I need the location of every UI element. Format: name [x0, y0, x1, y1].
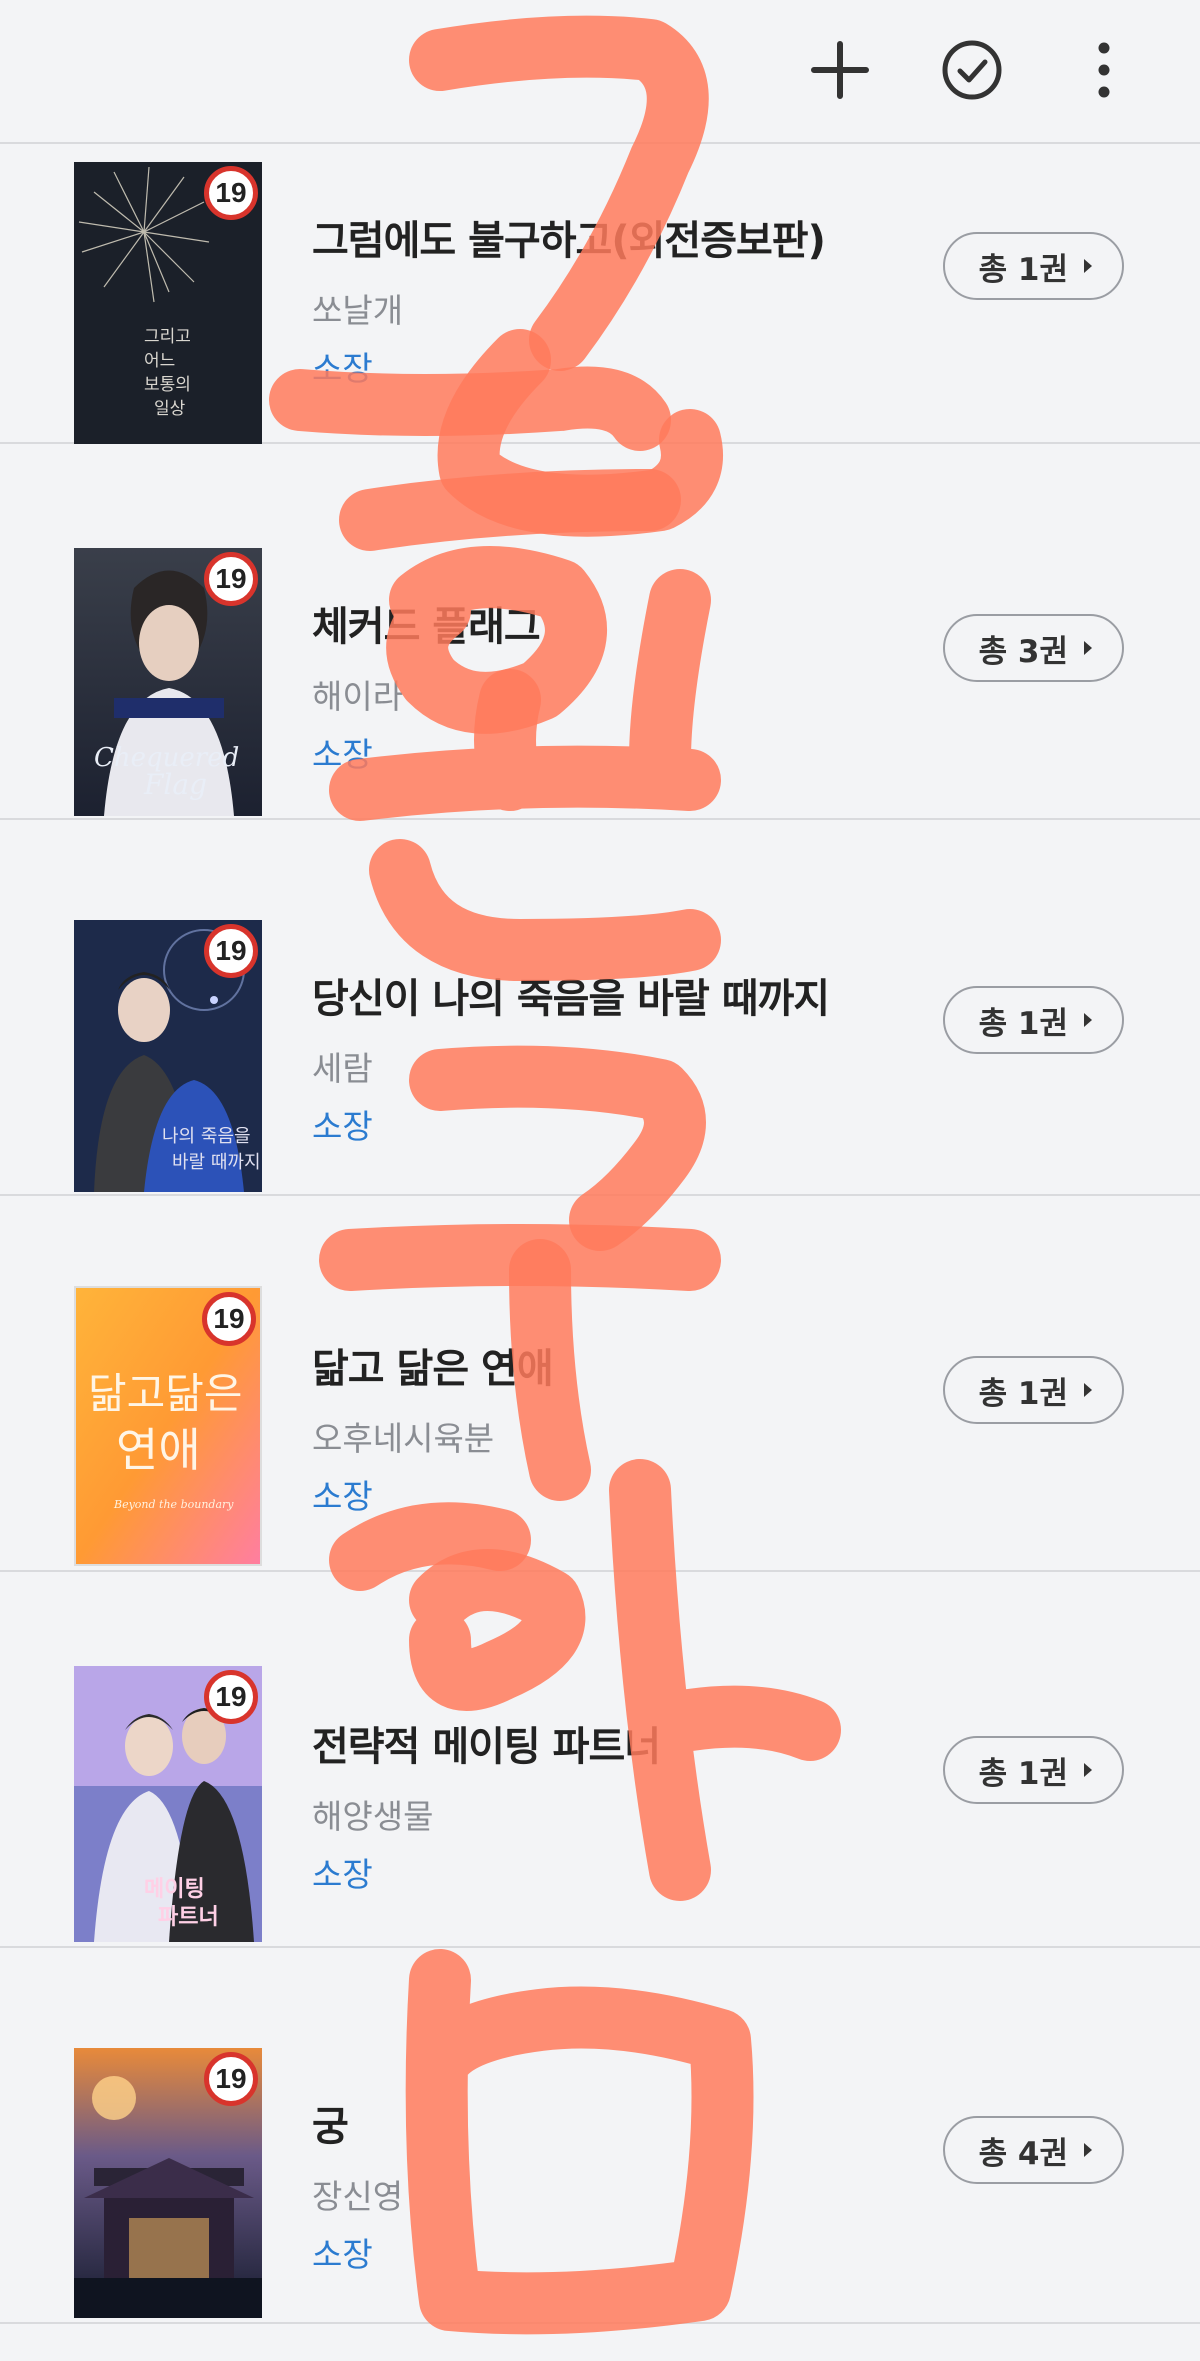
book-title: 궁 [312, 2104, 349, 2150]
svg-text:보통의: 보통의 [144, 375, 191, 395]
svg-text:메이팅: 메이팅 [144, 1877, 205, 1902]
svg-text:어느: 어느 [144, 351, 175, 371]
volume-count-label: 총 1권 [978, 1005, 1068, 1042]
volume-count-button[interactable]: 총 1권 [942, 986, 1124, 1054]
chevron-right-icon [1084, 259, 1092, 273]
svg-text:그리고: 그리고 [144, 327, 191, 347]
chevron-right-icon [1084, 1383, 1092, 1397]
book-row[interactable]: 그리고 어느 보통의 일상 19 그럼에도 불구하고(외전증보판) 쏘날개 소장… [0, 68, 1200, 444]
book-title: 당신이 나의 죽음을 바랄 때까지 [312, 976, 830, 1022]
volume-count-label: 총 1권 [978, 1755, 1068, 1792]
book-cover[interactable]: 닮고닮은 연애 Beyond the boundary 19 [74, 1286, 262, 1566]
book-cover[interactable]: 그리고 어느 보통의 일상 19 [74, 162, 262, 444]
chevron-right-icon [1084, 641, 1092, 655]
chevron-right-icon [1084, 1013, 1092, 1027]
svg-text:연애: 연애 [116, 1423, 201, 1477]
book-cover[interactable]: Chequered Flag 19 [74, 548, 262, 816]
age-rating-badge: 19 [204, 1670, 258, 1724]
svg-text:일상: 일상 [154, 399, 186, 419]
svg-text:Beyond the boundary: Beyond the boundary [113, 1498, 234, 1511]
book-cover[interactable]: 메이팅 파트너 19 [74, 1666, 262, 1942]
svg-text:나의 죽음을: 나의 죽음을 [162, 1126, 251, 1147]
book-author: 쏘날개 [312, 291, 404, 330]
volume-count-button[interactable]: 총 1권 [942, 1736, 1124, 1804]
chevron-right-icon [1084, 2143, 1092, 2157]
book-title: 그럼에도 불구하고(외전증보판) [312, 218, 826, 264]
book-author: 장신영 [312, 2177, 404, 2216]
volume-count-label: 총 4권 [978, 2135, 1068, 2172]
book-author: 세람 [312, 1049, 373, 1088]
ownership-status: 소장 [312, 1107, 373, 1146]
book-row[interactable]: 19 궁 장신영 소장 총 4권 [0, 1948, 1200, 2324]
volume-count-button[interactable]: 총 4권 [942, 2116, 1124, 2184]
book-author: 해양생물 [312, 1797, 434, 1836]
book-row[interactable]: 메이팅 파트너 19 전략적 메이팅 파트너 해양생물 소장 총 1권 [0, 1572, 1200, 1948]
age-rating-badge: 19 [202, 1292, 256, 1346]
book-author: 오후네시육분 [312, 1419, 495, 1458]
ownership-status: 소장 [312, 1477, 373, 1516]
book-cover[interactable]: 나의 죽음을 바랄 때까지 19 [74, 920, 262, 1192]
svg-text:Flag: Flag [143, 768, 207, 801]
book-title: 닮고 닮은 연애 [312, 1346, 554, 1392]
volume-count-label: 총 3권 [978, 633, 1068, 670]
book-author: 해이라 [312, 677, 404, 716]
book-row[interactable]: 나의 죽음을 바랄 때까지 19 당신이 나의 죽음을 바랄 때까지 세람 소장… [0, 820, 1200, 1196]
age-rating-badge: 19 [204, 166, 258, 220]
chevron-right-icon [1084, 1763, 1092, 1777]
book-cover[interactable]: 19 [74, 2048, 262, 2318]
book-title: 체커드 플래그 [312, 604, 541, 650]
age-rating-badge: 19 [204, 552, 258, 606]
volume-count-button[interactable]: 총 3권 [942, 614, 1124, 682]
svg-text:닮고닮은: 닮고닮은 [88, 1369, 243, 1418]
volume-count-button[interactable]: 총 1권 [942, 232, 1124, 300]
book-title: 전략적 메이팅 파트너 [312, 1724, 661, 1770]
age-rating-badge: 19 [204, 924, 258, 978]
svg-text:바랄 때까지: 바랄 때까지 [172, 1152, 261, 1173]
volume-count-label: 총 1권 [978, 251, 1068, 288]
svg-text:파트너: 파트너 [158, 1905, 219, 1930]
volume-count-button[interactable]: 총 1권 [942, 1356, 1124, 1424]
ownership-status: 소장 [312, 2235, 373, 2274]
volume-count-label: 총 1권 [978, 1375, 1068, 1412]
ownership-status: 소장 [312, 349, 373, 388]
book-row[interactable]: 닮고닮은 연애 Beyond the boundary 19 닮고 닮은 연애 … [0, 1196, 1200, 1572]
age-rating-badge: 19 [204, 2052, 258, 2106]
ownership-status: 소장 [312, 1855, 373, 1894]
book-row[interactable]: Chequered Flag 19 체커드 플래그 해이라 소장 총 3권 [0, 444, 1200, 820]
ownership-status: 소장 [312, 735, 373, 774]
